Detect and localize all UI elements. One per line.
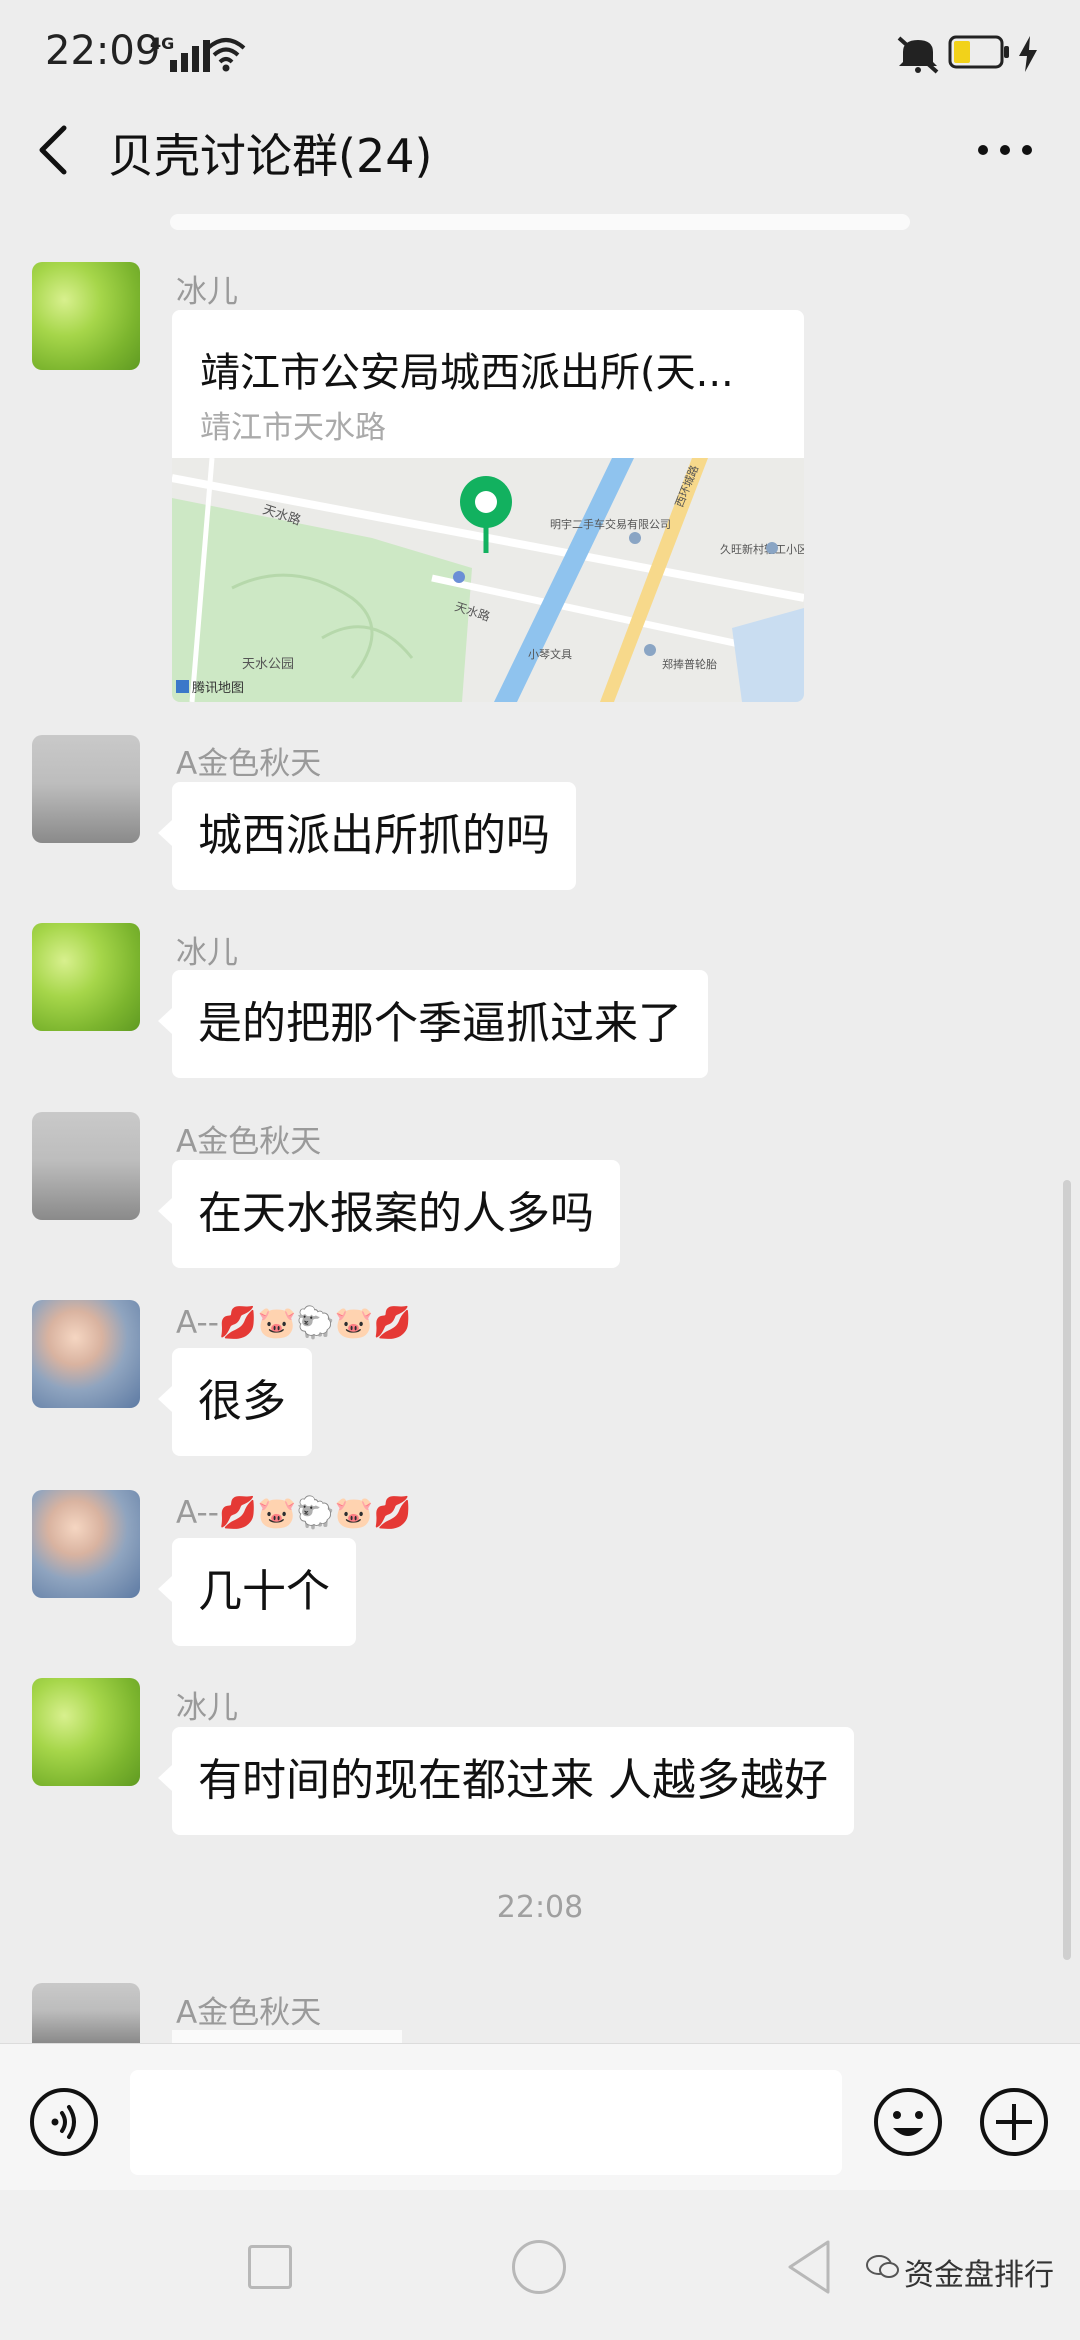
battery-icon [948,35,1009,69]
avatar[interactable] [32,1678,140,1786]
map-provider: 腾讯地图 [192,680,244,696]
sender-name: 冰儿 [176,1690,238,1726]
home-icon[interactable] [512,2240,566,2294]
sender-name: A金色秋天 [176,746,322,782]
sender-name: A--💋🐷🐑🐷💋 [176,1305,412,1341]
scrollbar[interactable] [1063,1180,1071,1960]
wechat-logo-icon [866,2255,899,2278]
message-bubble[interactable]: 城西派出所抓的吗 [158,782,576,890]
location-address: 靖江市天水路 [200,410,386,446]
map-label: 天水公园 [242,657,294,672]
wifi-icon [206,38,246,72]
emoji-icon[interactable] [872,2086,944,2158]
recent-apps-icon[interactable] [248,2245,292,2289]
previous-message-edge [170,214,910,230]
plus-icon[interactable] [978,2086,1050,2158]
avatar[interactable] [32,923,140,1031]
map-preview[interactable]: 天水路 天水路 天水公园 明宇二手车交易有限公司 西环城路 久旺新村轻工小区 小… [172,458,804,702]
avatar[interactable] [32,1490,140,1598]
chevron-left-icon[interactable] [30,120,80,180]
sender-name: A--💋🐷🐑🐷💋 [176,1495,412,1531]
message-bubble[interactable]: 是的把那个季逼抓过来了 [158,970,708,1078]
page-title: 贝壳讨论群(24) [108,129,433,183]
partial-message-bubble[interactable] [172,2030,402,2044]
map-label: 小琴文具 [528,647,572,661]
voice-icon[interactable] [28,2086,100,2158]
sender-name: 冰儿 [176,274,238,310]
mute-icon [897,36,939,74]
map-label: 久旺新村轻工小区 [720,542,804,556]
more-dots-icon[interactable] [975,140,1035,160]
map-label: 明宇二手车交易有限公司 [550,517,671,531]
map-label: 郑捧普轮胎 [662,657,717,671]
message-bubble[interactable]: 有时间的现在都过来 人越多越好 [158,1727,854,1835]
avatar[interactable] [32,262,140,370]
watermark: 资金盘排行 [904,2258,1054,2293]
message-bubble[interactable]: 很多 [158,1348,312,1456]
message-bubble[interactable]: 几十个 [158,1538,356,1646]
sender-name: A金色秋天 [176,1995,322,2031]
back-triangle-icon[interactable] [784,2238,834,2296]
avatar[interactable] [32,735,140,843]
avatar[interactable] [32,1112,140,1220]
location-title: 靖江市公安局城西派出所(天... [200,350,734,396]
avatar[interactable] [32,1300,140,1408]
time-divider: 22:08 [496,1890,584,1925]
sender-name: 冰儿 [176,935,238,971]
charging-icon [1019,36,1037,72]
status-time: 22:09 [45,28,161,74]
message-input[interactable] [130,2070,842,2175]
location-card[interactable]: 靖江市公安局城西派出所(天... 靖江市天水路 天水路 天水路 天水公园 明宇二… [172,310,804,702]
message-bubble[interactable]: 在天水报案的人多吗 [158,1160,620,1268]
sender-name: A金色秋天 [176,1124,322,1160]
avatar[interactable] [32,1983,140,2043]
